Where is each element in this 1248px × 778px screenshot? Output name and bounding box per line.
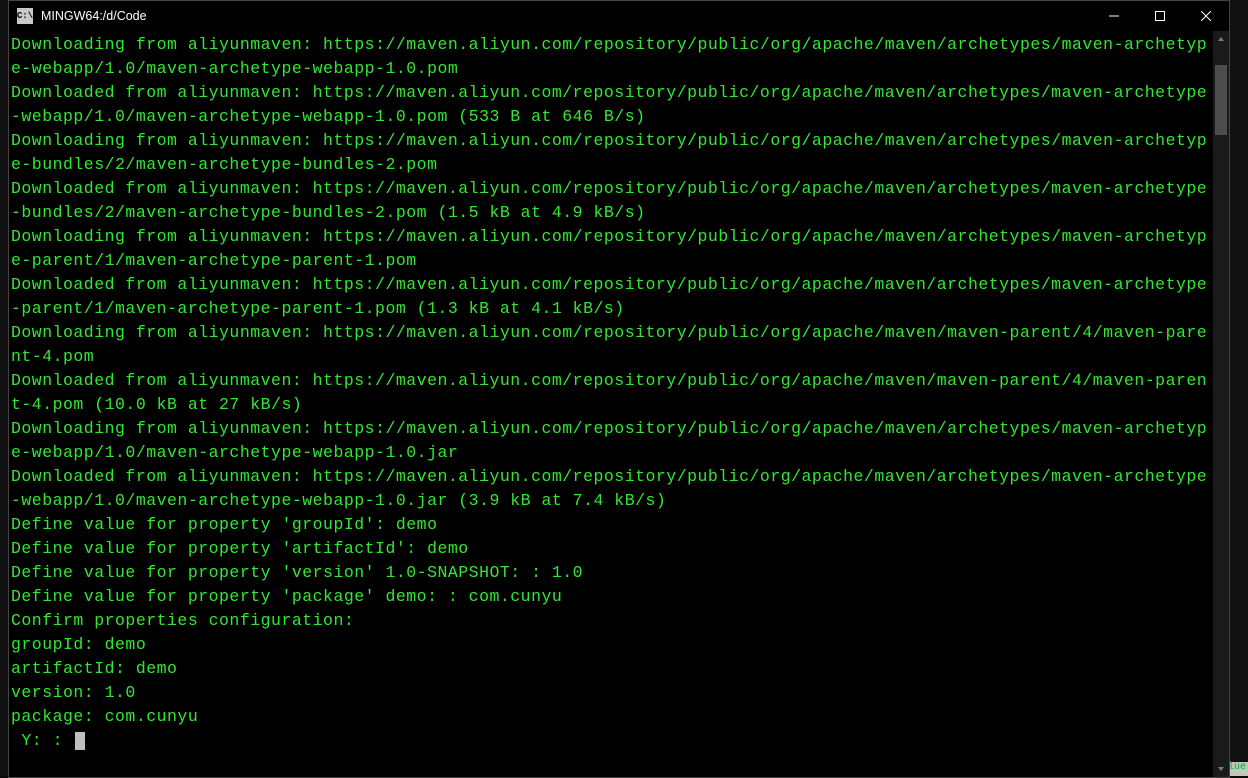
app-icon: C:\ (17, 8, 33, 24)
terminal-output[interactable]: Downloading from aliyunmaven: https://ma… (9, 31, 1213, 777)
chevron-up-icon (1217, 35, 1225, 43)
cursor (75, 732, 85, 750)
chevron-down-icon (1217, 765, 1225, 773)
maximize-icon (1155, 11, 1165, 21)
scroll-thumb[interactable] (1215, 65, 1227, 135)
terminal-body: Downloading from aliyunmaven: https://ma… (9, 31, 1229, 777)
scroll-down-button[interactable] (1213, 761, 1229, 777)
titlebar[interactable]: C:\ MINGW64:/d/Code (9, 1, 1229, 31)
window-title: MINGW64:/d/Code (39, 9, 147, 23)
close-button[interactable] (1183, 1, 1229, 31)
close-icon (1201, 11, 1211, 21)
minimize-icon (1109, 11, 1119, 21)
minimize-button[interactable] (1091, 1, 1137, 31)
scroll-up-button[interactable] (1213, 31, 1229, 47)
terminal-window: C:\ MINGW64:/d/Code Downloading from ali… (8, 0, 1230, 778)
maximize-button[interactable] (1137, 1, 1183, 31)
vertical-scrollbar[interactable] (1213, 31, 1229, 777)
